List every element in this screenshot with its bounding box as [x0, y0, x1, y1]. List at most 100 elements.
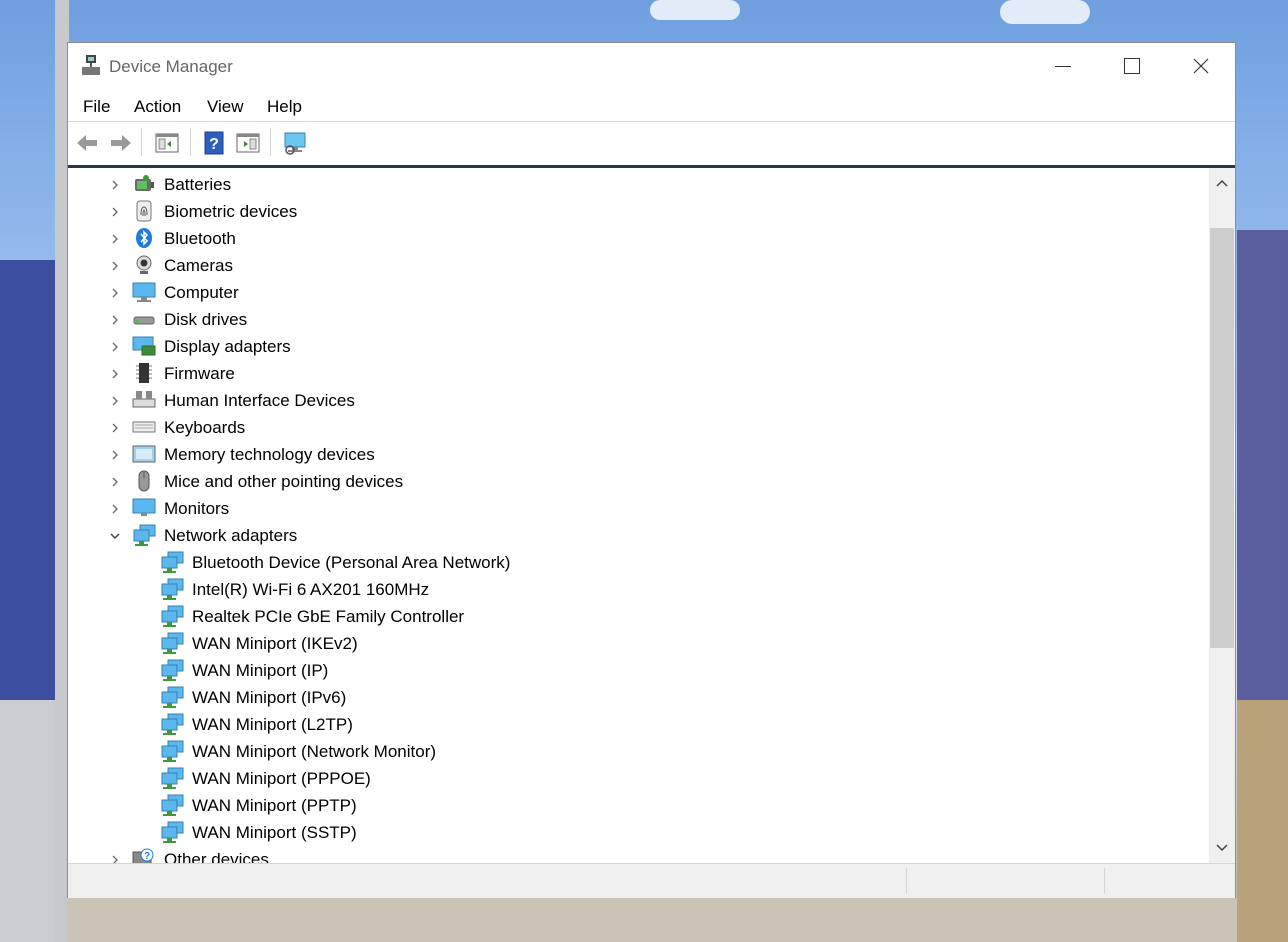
chevron-right-icon[interactable]	[108, 178, 122, 192]
menu-bar: File Action View Help	[68, 89, 1235, 121]
status-divider	[1104, 868, 1105, 894]
tree-device[interactable]: Bluetooth Device (Personal Area Network)	[68, 549, 1209, 576]
tree-device[interactable]: WAN Miniport (IPv6)	[68, 684, 1209, 711]
tree-category[interactable]: Keyboards	[68, 414, 1209, 441]
monitor-icon	[132, 497, 156, 519]
back-arrow-icon[interactable]	[74, 130, 100, 156]
network-adapter-icon	[160, 794, 184, 816]
computer-icon	[132, 281, 156, 303]
chevron-right-icon[interactable]	[108, 421, 122, 435]
tree-category[interactable]: Monitors	[68, 495, 1209, 522]
chevron-right-icon[interactable]	[108, 340, 122, 354]
svg-text:?: ?	[209, 136, 219, 153]
tree-device[interactable]: WAN Miniport (PPTP)	[68, 792, 1209, 819]
chevron-right-icon[interactable]	[108, 205, 122, 219]
tree-device[interactable]: WAN Miniport (IKEv2)	[68, 630, 1209, 657]
vertical-scrollbar[interactable]	[1209, 168, 1235, 863]
tree-category[interactable]: Cameras	[68, 252, 1209, 279]
tree-item-label: Realtek PCIe GbE Family Controller	[192, 607, 465, 626]
menu-file[interactable]: File	[83, 97, 110, 117]
tree-device[interactable]: Intel(R) Wi-Fi 6 AX201 160MHz	[68, 576, 1209, 603]
chevron-right-icon[interactable]	[108, 232, 122, 246]
tree-category[interactable]: Batteries	[68, 171, 1209, 198]
chevron-down-icon[interactable]	[108, 529, 122, 543]
scroll-down-icon[interactable]	[1209, 835, 1235, 861]
help-icon[interactable]: ?	[201, 130, 227, 156]
minimize-button[interactable]	[1028, 43, 1098, 89]
network-adapter-icon	[160, 578, 184, 600]
tree-item-label: Intel(R) Wi-Fi 6 AX201 160MHz	[192, 580, 430, 599]
title-bar[interactable]: Device Manager	[68, 43, 1235, 89]
window-title: Device Manager	[109, 57, 233, 76]
network-adapter-icon	[160, 686, 184, 708]
network-adapter-icon	[160, 605, 184, 627]
chevron-right-icon[interactable]	[108, 286, 122, 300]
tree-category[interactable]: Network adapters	[68, 522, 1209, 549]
tree-category[interactable]: Bluetooth	[68, 225, 1209, 252]
network-adapter-icon	[160, 713, 184, 735]
forward-arrow-icon[interactable]	[108, 130, 134, 156]
chevron-right-icon[interactable]	[108, 448, 122, 462]
tree-category[interactable]: ? Other devices	[68, 846, 1209, 863]
fingerprint-icon	[132, 200, 156, 222]
scrollbar-thumb[interactable]	[1210, 228, 1234, 648]
tree-category[interactable]: Disk drives	[68, 306, 1209, 333]
tree-device[interactable]: WAN Miniport (Network Monitor)	[68, 738, 1209, 765]
menu-help[interactable]: Help	[267, 97, 302, 117]
unknown-device-icon: ?	[132, 848, 156, 863]
tree-category[interactable]: Mice and other pointing devices	[68, 468, 1209, 495]
menu-action[interactable]: Action	[134, 97, 181, 117]
tree-device[interactable]: WAN Miniport (L2TP)	[68, 711, 1209, 738]
tree-category[interactable]: Human Interface Devices	[68, 387, 1209, 414]
display-adapter-icon	[132, 335, 156, 357]
tree-item-label: Bluetooth	[164, 229, 236, 248]
keyboard-icon	[132, 416, 156, 438]
wallpaper-building	[1237, 230, 1288, 710]
maximize-button[interactable]	[1097, 43, 1167, 89]
disk-drive-icon	[132, 308, 156, 330]
network-adapter-icon	[160, 632, 184, 654]
tree-device[interactable]: WAN Miniport (SSTP)	[68, 819, 1209, 846]
close-button[interactable]	[1166, 43, 1236, 89]
tree-item-label: Memory technology devices	[164, 445, 375, 464]
show-hide-console-tree-icon[interactable]	[154, 130, 180, 156]
svg-text:?: ?	[144, 851, 150, 862]
tree-item-label: Other devices	[164, 850, 269, 863]
firmware-icon	[132, 362, 156, 384]
tree-item-label: Network adapters	[164, 526, 298, 545]
status-divider	[906, 868, 907, 894]
tree-item-label: WAN Miniport (IPv6)	[192, 688, 347, 707]
toolbar: ?	[68, 122, 1235, 164]
tree-category[interactable]: Display adapters	[68, 333, 1209, 360]
minimize-icon	[1055, 66, 1071, 67]
tree-category[interactable]: Biometric devices	[68, 198, 1209, 225]
scan-hardware-monitor-icon[interactable]	[282, 130, 308, 156]
tree-category[interactable]: Memory technology devices	[68, 441, 1209, 468]
chevron-right-icon[interactable]	[108, 475, 122, 489]
action-pane-icon[interactable]	[235, 130, 261, 156]
network-adapter-icon	[160, 821, 184, 843]
status-bar	[68, 863, 1235, 898]
tree-device[interactable]: WAN Miniport (IP)	[68, 657, 1209, 684]
tree-item-label: Batteries	[164, 175, 232, 194]
chevron-right-icon[interactable]	[108, 313, 122, 327]
chevron-right-icon[interactable]	[108, 502, 122, 516]
network-adapter-icon	[160, 740, 184, 762]
tree-category[interactable]: Computer	[68, 279, 1209, 306]
tree-device[interactable]: Realtek PCIe GbE Family Controller	[68, 603, 1209, 630]
scroll-up-icon[interactable]	[1209, 170, 1235, 196]
tree-device[interactable]: WAN Miniport (PPPOE)	[68, 765, 1209, 792]
tree-category[interactable]: Firmware	[68, 360, 1209, 387]
menu-view[interactable]: View	[207, 97, 244, 117]
toolbar-divider	[141, 128, 142, 156]
chevron-right-icon[interactable]	[108, 853, 122, 863]
chevron-right-icon[interactable]	[108, 367, 122, 381]
tree-item-label: WAN Miniport (IP)	[192, 661, 329, 680]
tree-item-label: WAN Miniport (Network Monitor)	[192, 742, 437, 761]
network-adapter-icon	[160, 767, 184, 789]
device-tree: Batteries Biometric devices Bluetooth Camer…	[68, 168, 1209, 863]
chevron-right-icon[interactable]	[108, 259, 122, 273]
network-adapter-icon	[160, 659, 184, 681]
chevron-right-icon[interactable]	[108, 394, 122, 408]
battery-icon	[132, 173, 156, 195]
